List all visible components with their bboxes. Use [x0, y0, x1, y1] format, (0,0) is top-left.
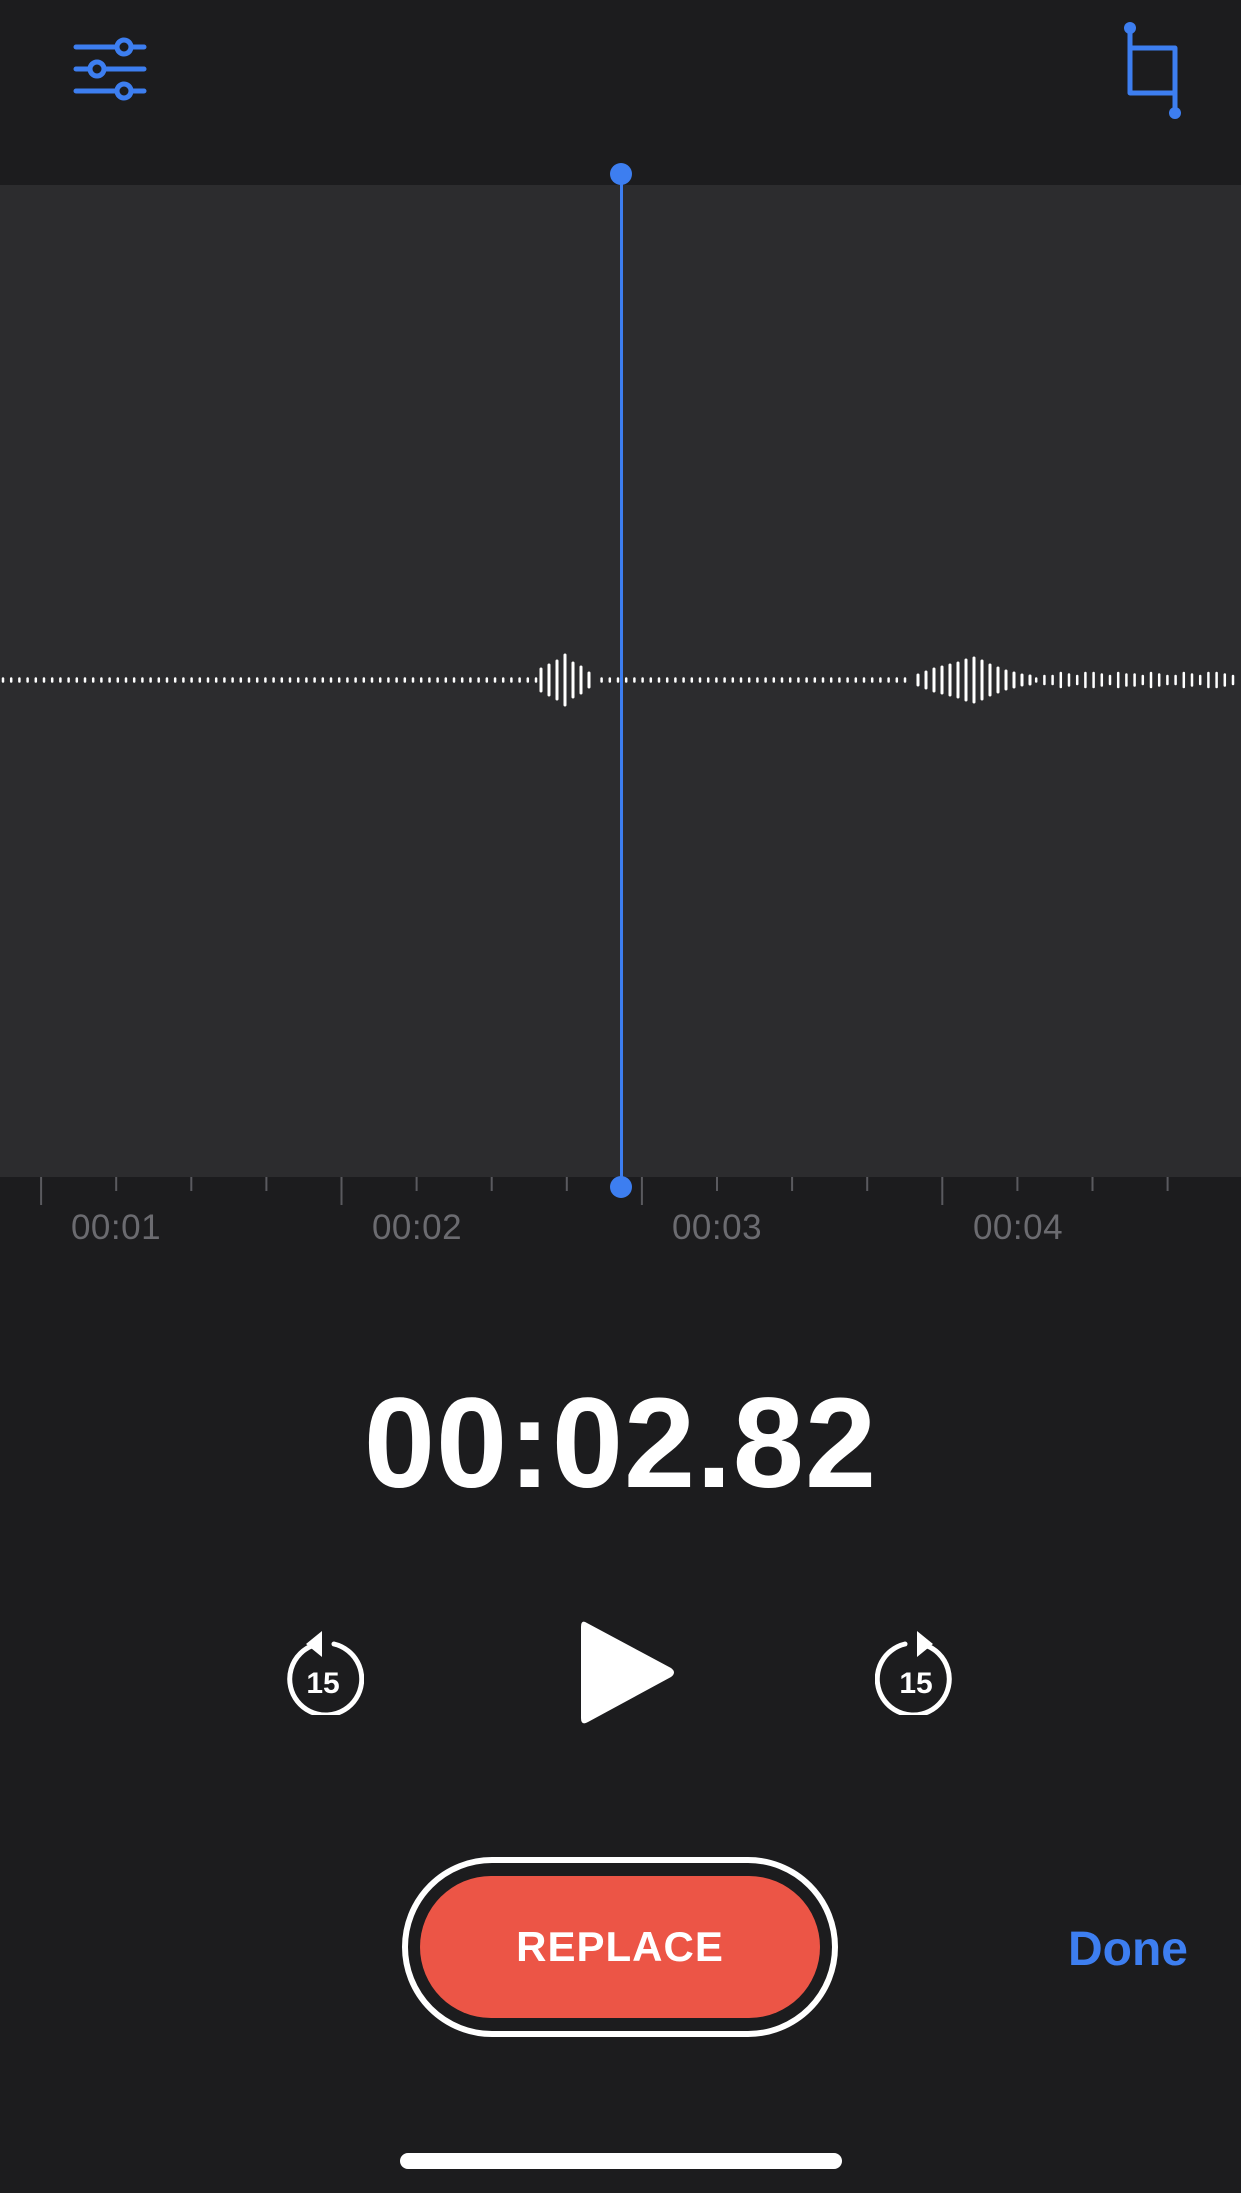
playhead[interactable] [620, 173, 623, 1187]
skip-back-label: 15 [306, 1667, 339, 1700]
sliders-icon[interactable] [66, 30, 156, 110]
replace-button-label: REPLACE [516, 1923, 724, 1970]
tick-label-1: 00:01 [70, 1208, 162, 1247]
skip-forward-label: 15 [899, 1667, 932, 1700]
playhead-top-handle[interactable] [610, 163, 632, 185]
skip-forward-15-icon[interactable]: 15 [875, 1625, 957, 1715]
tick-label-4: 00:04 [972, 1208, 1064, 1247]
tick-label-3: 00:03 [671, 1208, 763, 1247]
skip-back-15-icon[interactable]: 15 [282, 1625, 364, 1715]
tick-label-2: 00:02 [371, 1208, 463, 1247]
play-icon[interactable] [575, 1615, 680, 1730]
done-button[interactable]: Done [1068, 1922, 1188, 1977]
top-toolbar [0, 0, 1241, 185]
current-time: 00:02.82 [363, 1372, 878, 1515]
playhead-bottom-handle[interactable] [610, 1176, 632, 1198]
home-indicator [400, 2153, 842, 2169]
replace-button[interactable]: REPLACE [420, 1876, 820, 2018]
crop-trim-icon[interactable] [1110, 18, 1210, 123]
